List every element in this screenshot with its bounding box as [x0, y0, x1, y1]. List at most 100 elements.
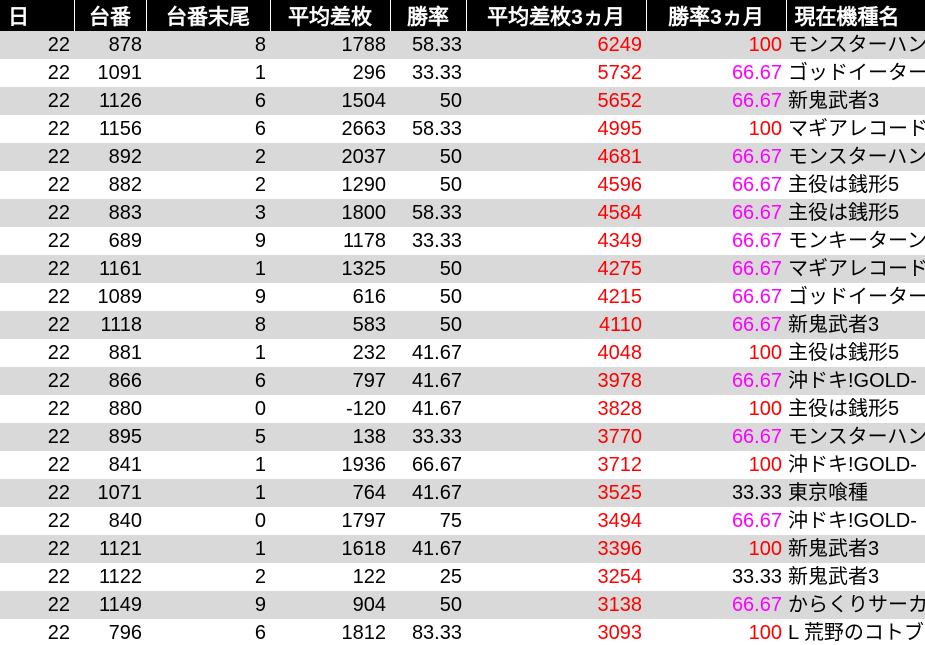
cell-average-difference[interactable]: 1325 [270, 255, 390, 283]
cell-average-difference[interactable]: 1618 [270, 535, 390, 563]
cell-day[interactable]: 22 [0, 59, 74, 87]
table-row[interactable]: 22 881 1 232 41.67 4048 100 主役は銭形5 [0, 339, 925, 367]
cell-machine-number[interactable]: 1121 [74, 535, 146, 563]
header-win-rate-3-months[interactable]: 勝率3ヵ月 [646, 0, 787, 31]
cell-average-difference-3-months[interactable]: 3525 [466, 479, 646, 507]
cell-machine-number[interactable]: 866 [74, 367, 146, 395]
cell-average-difference[interactable]: 1812 [270, 619, 390, 645]
cell-average-difference[interactable]: 797 [270, 367, 390, 395]
cell-win-rate[interactable]: 33.33 [390, 59, 466, 87]
header-average-difference[interactable]: 平均差枚 [270, 0, 391, 31]
cell-last-digit[interactable]: 5 [146, 423, 270, 451]
cell-win-rate-3-months[interactable]: 100 [646, 31, 786, 59]
cell-average-difference[interactable]: 1788 [270, 31, 390, 59]
cell-win-rate[interactable]: 50 [390, 255, 466, 283]
cell-win-rate[interactable]: 41.67 [390, 535, 466, 563]
cell-machine-number[interactable]: 882 [74, 171, 146, 199]
cell-average-difference[interactable]: 296 [270, 59, 390, 87]
cell-day[interactable]: 22 [0, 311, 74, 339]
cell-average-difference[interactable]: 904 [270, 591, 390, 619]
cell-win-rate[interactable]: 50 [390, 591, 466, 619]
cell-current-model[interactable]: からくりサーカ [786, 591, 925, 619]
cell-win-rate-3-months[interactable]: 66.67 [646, 591, 786, 619]
header-average-difference-3-months[interactable]: 平均差枚3ヵ月 [466, 0, 647, 31]
cell-current-model[interactable]: マギアレコード [786, 115, 925, 143]
cell-current-model[interactable]: 主役は銭形5 [786, 395, 925, 423]
cell-average-difference-3-months[interactable]: 3254 [466, 563, 646, 591]
cell-last-digit[interactable]: 6 [146, 367, 270, 395]
cell-last-digit[interactable]: 0 [146, 395, 270, 423]
table-row[interactable]: 22 796 6 1812 83.33 3093 100 L 荒野のコトブ [0, 619, 925, 645]
table-row[interactable]: 22 840 0 1797 75 3494 66.67 沖ドキ!GOLD- [0, 507, 925, 535]
cell-last-digit[interactable]: 1 [146, 59, 270, 87]
cell-last-digit[interactable]: 9 [146, 227, 270, 255]
cell-machine-number[interactable]: 840 [74, 507, 146, 535]
cell-win-rate-3-months[interactable]: 66.67 [646, 227, 786, 255]
cell-machine-number[interactable]: 1089 [74, 283, 146, 311]
cell-win-rate[interactable]: 58.33 [390, 31, 466, 59]
cell-machine-number[interactable]: 1118 [74, 311, 146, 339]
cell-average-difference-3-months[interactable]: 3978 [466, 367, 646, 395]
cell-win-rate[interactable]: 50 [390, 87, 466, 115]
table-row[interactable]: 22 866 6 797 41.67 3978 66.67 沖ドキ!GOLD- [0, 367, 925, 395]
table-row[interactable]: 22 882 2 1290 50 4596 66.67 主役は銭形5 [0, 171, 925, 199]
cell-win-rate[interactable]: 75 [390, 507, 466, 535]
cell-last-digit[interactable]: 1 [146, 255, 270, 283]
cell-win-rate-3-months[interactable]: 100 [646, 115, 786, 143]
cell-last-digit[interactable]: 1 [146, 451, 270, 479]
cell-day[interactable]: 22 [0, 479, 74, 507]
cell-current-model[interactable]: モンスターハン [786, 423, 925, 451]
cell-average-difference-3-months[interactable]: 4349 [466, 227, 646, 255]
cell-current-model[interactable]: 主役は銭形5 [786, 199, 925, 227]
cell-win-rate[interactable]: 50 [390, 283, 466, 311]
cell-machine-number[interactable]: 880 [74, 395, 146, 423]
cell-day[interactable]: 22 [0, 87, 74, 115]
cell-win-rate[interactable]: 83.33 [390, 619, 466, 645]
cell-average-difference-3-months[interactable]: 5732 [466, 59, 646, 87]
cell-last-digit[interactable]: 2 [146, 143, 270, 171]
cell-machine-number[interactable]: 1156 [74, 115, 146, 143]
cell-machine-number[interactable]: 881 [74, 339, 146, 367]
cell-win-rate-3-months[interactable]: 100 [646, 395, 786, 423]
cell-current-model[interactable]: 沖ドキ!GOLD- [786, 367, 925, 395]
cell-machine-number[interactable]: 1126 [74, 87, 146, 115]
cell-win-rate[interactable]: 25 [390, 563, 466, 591]
cell-average-difference-3-months[interactable]: 4995 [466, 115, 646, 143]
cell-last-digit[interactable]: 3 [146, 199, 270, 227]
cell-win-rate[interactable]: 66.67 [390, 451, 466, 479]
cell-last-digit[interactable]: 8 [146, 311, 270, 339]
cell-day[interactable]: 22 [0, 143, 74, 171]
cell-day[interactable]: 22 [0, 507, 74, 535]
table-row[interactable]: 22 841 1 1936 66.67 3712 100 沖ドキ!GOLD- [0, 451, 925, 479]
cell-machine-number[interactable]: 878 [74, 31, 146, 59]
cell-average-difference[interactable]: -120 [270, 395, 390, 423]
cell-win-rate[interactable]: 50 [390, 171, 466, 199]
cell-current-model[interactable]: 主役は銭形5 [786, 171, 925, 199]
cell-average-difference[interactable]: 2037 [270, 143, 390, 171]
table-row[interactable]: 22 1071 1 764 41.67 3525 33.33 東京喰種 [0, 479, 925, 507]
cell-average-difference[interactable]: 122 [270, 563, 390, 591]
table-row[interactable]: 22 1161 1 1325 50 4275 66.67 マギアレコード [0, 255, 925, 283]
table-row[interactable]: 22 880 0 -120 41.67 3828 100 主役は銭形5 [0, 395, 925, 423]
cell-average-difference-3-months[interactable]: 4596 [466, 171, 646, 199]
cell-last-digit[interactable]: 6 [146, 115, 270, 143]
cell-last-digit[interactable]: 8 [146, 31, 270, 59]
header-machine-number[interactable]: 台番 [74, 0, 147, 31]
cell-current-model[interactable]: 新鬼武者3 [786, 311, 925, 339]
cell-machine-number[interactable]: 1122 [74, 563, 146, 591]
cell-win-rate[interactable]: 41.67 [390, 479, 466, 507]
cell-last-digit[interactable]: 2 [146, 171, 270, 199]
cell-day[interactable]: 22 [0, 591, 74, 619]
cell-win-rate-3-months[interactable]: 100 [646, 535, 786, 563]
cell-average-difference-3-months[interactable]: 3396 [466, 535, 646, 563]
cell-average-difference-3-months[interactable]: 4584 [466, 199, 646, 227]
cell-day[interactable]: 22 [0, 283, 74, 311]
cell-average-difference-3-months[interactable]: 4215 [466, 283, 646, 311]
cell-current-model[interactable]: ゴッドイーター [786, 59, 925, 87]
cell-average-difference[interactable]: 1290 [270, 171, 390, 199]
cell-day[interactable]: 22 [0, 535, 74, 563]
cell-win-rate-3-months[interactable]: 66.67 [646, 283, 786, 311]
cell-win-rate[interactable]: 33.33 [390, 423, 466, 451]
cell-average-difference-3-months[interactable]: 4110 [466, 311, 646, 339]
cell-win-rate-3-months[interactable]: 66.67 [646, 171, 786, 199]
